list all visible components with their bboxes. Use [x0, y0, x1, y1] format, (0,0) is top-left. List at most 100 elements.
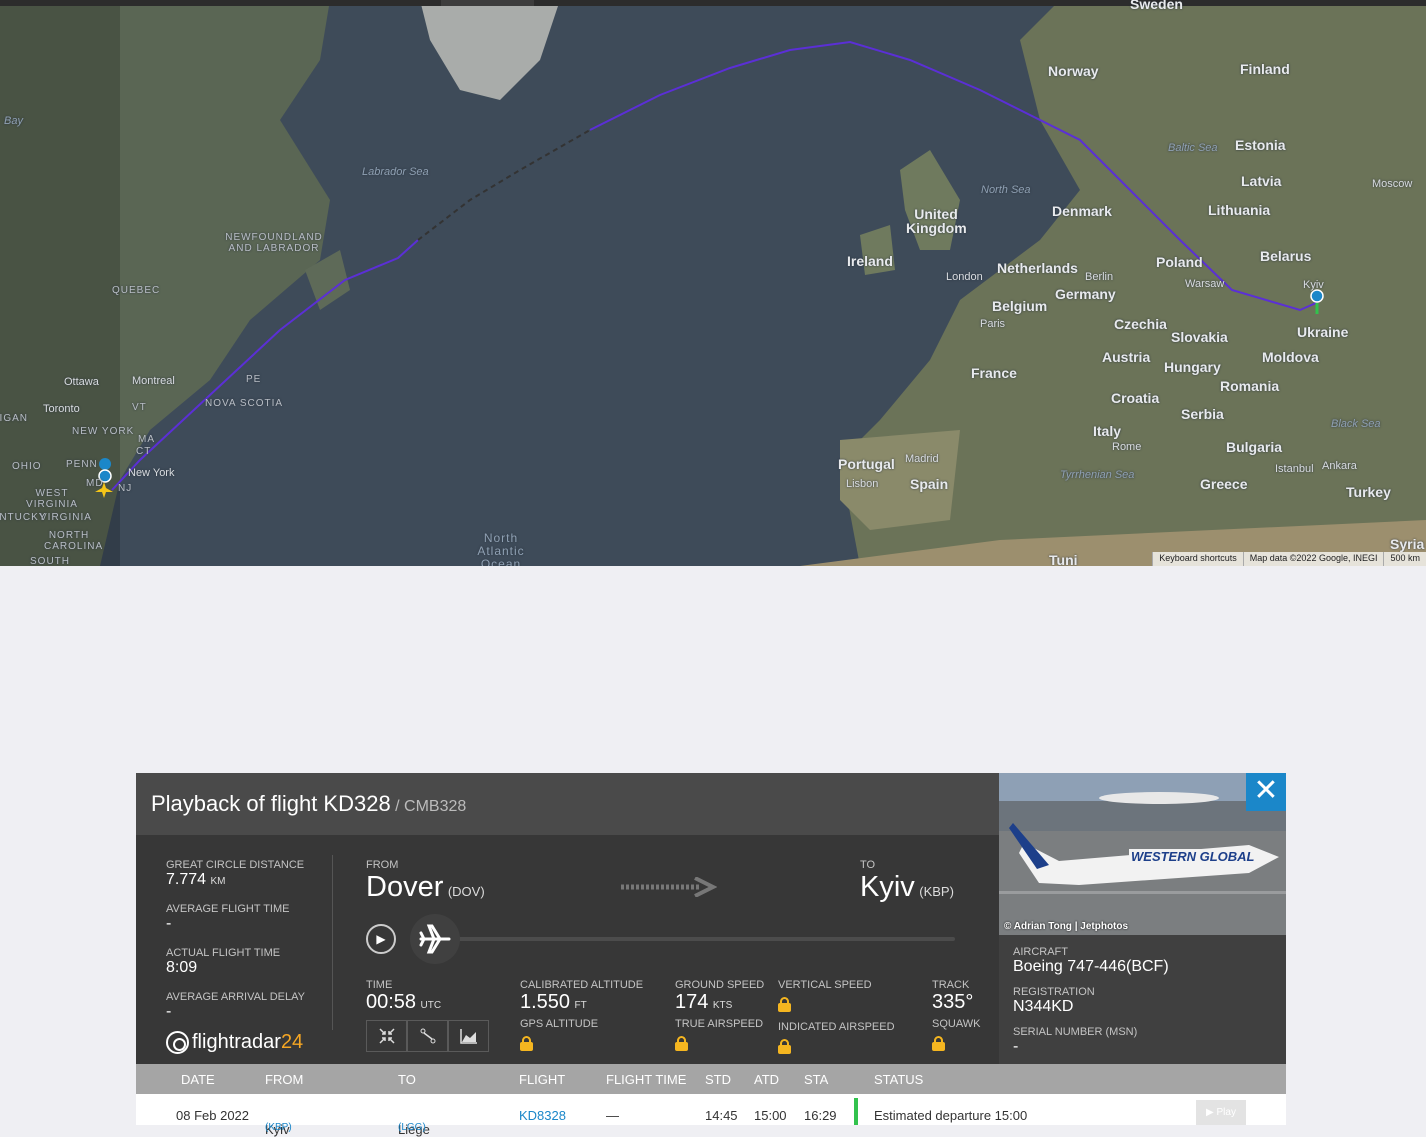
row-date: 08 Feb 2022	[176, 1108, 250, 1123]
chart-view-button[interactable]	[448, 1020, 489, 1052]
map-label-greece: Greece	[1200, 476, 1248, 492]
indicated-airspeed-label: INDICATED AIRSPEED	[778, 1021, 895, 1033]
logo-suffix: 24	[280, 1031, 304, 1053]
lock-icon[interactable]	[778, 1039, 791, 1054]
play-button[interactable]: ▶	[366, 924, 396, 954]
map-label-ct: CT	[136, 446, 152, 457]
ground-speed-value: 174	[675, 991, 709, 1013]
fit-view-button[interactable]	[366, 1020, 407, 1052]
map-label-berlin: Berlin	[1085, 271, 1114, 283]
col-atd: ATD	[754, 1072, 780, 1087]
avg-flight-time-label: AVERAGE FLIGHT TIME	[166, 903, 290, 915]
col-from: FROM	[265, 1072, 304, 1087]
play-icon[interactable]: ▶	[376, 932, 385, 946]
row-flight-time: —	[606, 1108, 619, 1123]
avg-arrival-delay-label: AVERAGE ARRIVAL DELAY	[166, 991, 305, 1003]
col-std: STD	[705, 1072, 731, 1087]
flight-map[interactable]: Sweden Norway Finland Estonia Latvia Lit…	[0, 0, 1426, 566]
actual-flight-time-label: ACTUAL FLIGHT TIME	[166, 947, 281, 959]
map-label-france: France	[971, 365, 1017, 381]
map-label-warsaw: Warsaw	[1185, 278, 1225, 290]
playback-slider[interactable]	[410, 912, 955, 966]
map-label-syria: Syria	[1390, 536, 1425, 552]
map-label-north-carolina: NORTH CAROLINA	[44, 530, 104, 552]
map-label-croatia: Croatia	[1111, 390, 1160, 406]
view-buttons	[366, 1020, 489, 1052]
map-label-michigan: MICHIGAN	[0, 413, 28, 424]
map-label-bulgaria: Bulgaria	[1226, 439, 1283, 455]
map-label-austria: Austria	[1102, 349, 1151, 365]
lock-icon[interactable]	[520, 1036, 533, 1051]
greenland-land	[420, 0, 560, 100]
to-code: (KBP)	[919, 884, 954, 899]
map-label-north-atlantic: North Atlantic Ocean	[477, 531, 525, 567]
actual-flight-time-value: 8:09	[166, 959, 198, 976]
map-label-slovakia: Slovakia	[1171, 329, 1228, 345]
status-indicator	[854, 1098, 858, 1125]
map-label-black-sea: Black Sea	[1331, 418, 1381, 430]
aircraft-photo[interactable]: WESTERN GLOBAL ✕ © Adrian Tong | Jetphot…	[999, 773, 1286, 935]
map-label-labrador-sea: Labrador Sea	[362, 166, 429, 178]
map-label-toronto: Toronto	[43, 403, 80, 415]
top-bar	[0, 0, 1426, 6]
map-label-bay: Bay	[4, 115, 23, 127]
gps-alt-label: GPS ALTITUDE	[520, 1018, 599, 1030]
map-attribution[interactable]: Map data ©2022 Google, INEGI	[1242, 552, 1384, 566]
map-label-ukraine: Ukraine	[1297, 324, 1349, 340]
map-label-nj: NJ	[118, 483, 133, 494]
playback-knob[interactable]	[410, 914, 460, 964]
map-label-ireland: Ireland	[847, 253, 893, 269]
flightradar24-logo[interactable]: flightradar 24	[166, 1031, 303, 1054]
radar-icon	[166, 1031, 189, 1054]
col-to: TO	[398, 1072, 416, 1087]
map-label-lithuania: Lithuania	[1208, 202, 1271, 218]
col-sta: STA	[804, 1072, 829, 1087]
map-label-norway: Norway	[1048, 63, 1099, 79]
aircraft-info: AIRCRAFT Boeing 747-446(BCF) REGISTRATIO…	[999, 935, 1286, 1064]
close-icon[interactable]: ✕	[1253, 774, 1278, 807]
vertical-speed-metric: VERTICAL SPEED INDICATED AIRSPEED	[778, 979, 895, 1054]
map-label-west-virginia: WEST VIRGINIA	[26, 488, 78, 510]
ground-speed-metric: GROUND SPEED 174 KTS TRUE AIRSPEED	[675, 979, 764, 1051]
close-button[interactable]: ✕	[1246, 773, 1286, 811]
photo-credit[interactable]: © Adrian Tong | Jetphotos	[1004, 921, 1128, 932]
time-value: 00:58	[366, 991, 417, 1013]
lock-icon[interactable]	[778, 997, 791, 1012]
map-scale[interactable]: 500 km	[1383, 552, 1426, 566]
map-label-sweden: Sweden	[1130, 0, 1183, 12]
map-label-belarus: Belarus	[1260, 248, 1312, 264]
history-table-header: DATE FROM TO FLIGHT FLIGHT TIME STD ATD …	[136, 1064, 1286, 1094]
map-label-london: London	[946, 271, 983, 283]
row-flight-link[interactable]: KD8328	[519, 1108, 566, 1123]
map-label-istanbul: Istanbul	[1275, 463, 1314, 475]
playback-track[interactable]	[430, 937, 955, 941]
map-label-vt: VT	[132, 402, 147, 413]
map-label-ma: MA	[138, 434, 155, 445]
row-atd: 15:00	[754, 1108, 787, 1123]
keyboard-shortcuts-link[interactable]: Keyboard shortcuts	[1152, 552, 1243, 566]
row-play-button[interactable]: ▶ Play	[1196, 1100, 1246, 1125]
map-label-md: MD	[86, 478, 104, 489]
map-label-ankara: Ankara	[1322, 460, 1357, 472]
calibrated-altitude-metric: CALIBRATED ALTITUDE 1.550 FT GPS ALTITUD…	[520, 979, 643, 1051]
col-flight: FLIGHT	[519, 1072, 566, 1087]
playback-panel: Playback of flight KD328 / CMB328 WESTER…	[136, 773, 1286, 1137]
aircraft-label: AIRCRAFT	[1013, 946, 1068, 958]
map-label-estonia: Estonia	[1235, 137, 1286, 153]
col-flight-time: FLIGHT TIME	[606, 1072, 687, 1087]
great-circle-label: GREAT CIRCLE DISTANCE	[166, 859, 305, 871]
row-sta: 16:29	[804, 1108, 837, 1123]
map-label-north-sea: North Sea	[981, 184, 1031, 196]
track-metric: TRACK 335° SQUAWK	[932, 979, 981, 1051]
map-label-netherlands: Netherlands	[997, 260, 1078, 276]
route-view-button[interactable]	[407, 1020, 448, 1052]
map-label-new-york-state: NEW YORK	[72, 426, 135, 437]
lock-icon[interactable]	[932, 1036, 945, 1051]
table-row[interactable]: 08 Feb 2022 Kyiv (KBP) Liege (LGG) KD832…	[136, 1094, 1286, 1137]
map-label-montreal: Montreal	[132, 375, 175, 387]
registration-value: N344KD	[1013, 998, 1074, 1015]
map-label-uk: United Kingdom	[906, 206, 967, 236]
lock-icon[interactable]	[675, 1036, 688, 1051]
map-label-tuni: Tuni	[1049, 552, 1078, 566]
ground-speed-label: GROUND SPEED	[675, 979, 765, 991]
